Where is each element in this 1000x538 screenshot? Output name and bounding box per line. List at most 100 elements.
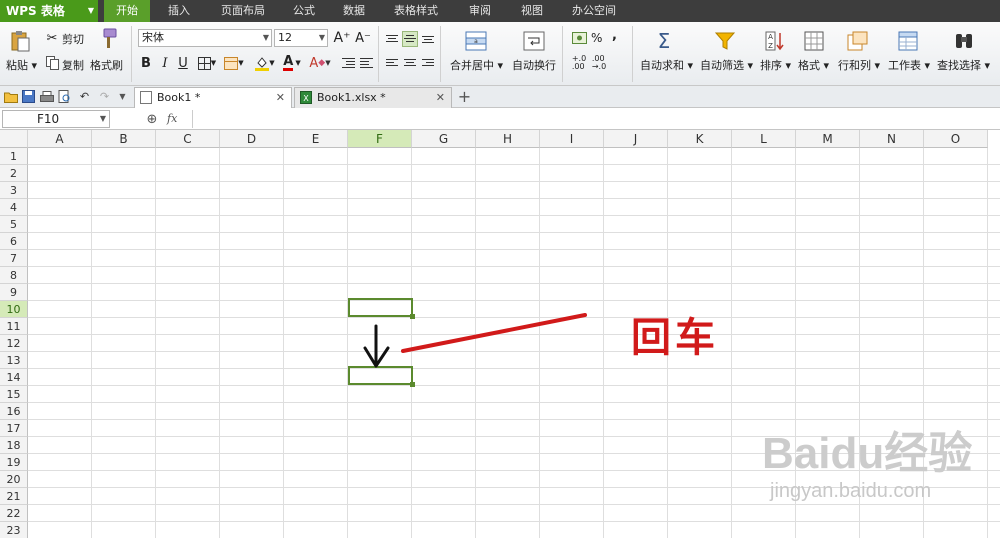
print-preview-icon[interactable] — [57, 89, 72, 104]
copy-button[interactable]: 复制 — [62, 57, 84, 73]
rows-cols-button[interactable]: 行和列 ▾ — [838, 57, 880, 73]
new-tab-icon[interactable]: + — [457, 87, 472, 106]
column-header-e[interactable]: E — [284, 130, 348, 148]
align-bottom-icon[interactable] — [420, 31, 436, 47]
app-menu-button[interactable]: WPS 表格 ▼ — [0, 0, 98, 22]
row-header-14[interactable]: 14 — [0, 369, 28, 386]
row-header-8[interactable]: 8 — [0, 267, 28, 284]
worksheet-icon[interactable] — [896, 30, 920, 52]
binoculars-icon[interactable] — [952, 30, 976, 52]
column-header-c[interactable]: C — [156, 130, 220, 148]
column-header-m[interactable]: M — [796, 130, 860, 148]
cut-button[interactable]: 剪切 — [62, 31, 84, 47]
column-header-k[interactable]: K — [668, 130, 732, 148]
fill-handle[interactable] — [410, 314, 415, 319]
close-icon[interactable]: ✕ — [276, 88, 285, 107]
indent-decrease-icon[interactable] — [340, 55, 356, 71]
zoom-search-icon[interactable]: ⊕ — [144, 111, 160, 127]
tab-page-layout[interactable]: 页面布局 — [212, 0, 274, 22]
tab-office-space[interactable]: 办公空间 — [564, 0, 624, 22]
row-header-15[interactable]: 15 — [0, 386, 28, 403]
font-name-select[interactable]: 宋体 ▼ — [138, 29, 272, 47]
underline-icon[interactable]: U — [175, 55, 191, 71]
cell-style-icon[interactable]: ▼ — [222, 55, 246, 71]
row-header-7[interactable]: 7 — [0, 250, 28, 267]
doc-tab-book1[interactable]: Book1 * ✕ — [134, 87, 292, 108]
column-header-j[interactable]: J — [604, 130, 668, 148]
align-right-icon[interactable] — [420, 55, 436, 71]
row-header-22[interactable]: 22 — [0, 505, 28, 522]
row-header-20[interactable]: 20 — [0, 471, 28, 488]
column-header-g[interactable]: G — [412, 130, 476, 148]
format-painter-icon[interactable] — [96, 28, 120, 50]
row-header-9[interactable]: 9 — [0, 284, 28, 301]
sort-icon[interactable]: AZ — [762, 30, 786, 52]
column-header-n[interactable]: N — [860, 130, 924, 148]
tab-data[interactable]: 数据 — [334, 0, 374, 22]
row-header-21[interactable]: 21 — [0, 488, 28, 505]
comma-button[interactable]: , — [612, 28, 617, 43]
worksheet-button[interactable]: 工作表 ▾ — [888, 57, 930, 73]
close-icon[interactable]: ✕ — [436, 88, 445, 107]
merge-center-button[interactable]: 合并居中 ▾ — [450, 57, 503, 73]
redo-icon[interactable]: ↷ — [97, 89, 112, 104]
row-header-19[interactable]: 19 — [0, 454, 28, 471]
align-left-icon[interactable] — [384, 55, 400, 71]
format-button[interactable]: 格式 ▾ — [798, 57, 829, 73]
fx-icon[interactable]: fx — [167, 112, 177, 125]
row-header-6[interactable]: 6 — [0, 233, 28, 250]
wrap-text-icon[interactable] — [522, 30, 546, 52]
increase-decimal-icon[interactable]: +.0.00 — [570, 55, 588, 71]
column-header-o[interactable]: O — [924, 130, 988, 148]
tab-home[interactable]: 开始 — [104, 0, 150, 22]
decrease-font-icon[interactable]: A⁻ — [354, 30, 372, 46]
row-header-16[interactable]: 16 — [0, 403, 28, 420]
print-icon[interactable] — [39, 89, 54, 104]
format-painter-button[interactable]: 格式刷 — [90, 57, 123, 73]
column-header-b[interactable]: B — [92, 130, 156, 148]
percent-button[interactable]: % — [591, 31, 602, 45]
font-color-icon[interactable]: A ▼ — [280, 55, 304, 71]
row-header-4[interactable]: 4 — [0, 199, 28, 216]
tab-review[interactable]: 审阅 — [458, 0, 502, 22]
column-header-f[interactable]: F — [348, 130, 412, 148]
tab-view[interactable]: 视图 — [510, 0, 554, 22]
open-folder-icon[interactable] — [3, 89, 18, 104]
column-header-i[interactable]: I — [540, 130, 604, 148]
increase-font-icon[interactable]: A⁺ — [333, 30, 351, 46]
row-header-1[interactable]: 1 — [0, 148, 28, 165]
wrap-text-button[interactable]: 自动换行 — [512, 57, 556, 73]
cell-f14-selected[interactable] — [348, 366, 415, 387]
sort-button[interactable]: 排序 ▾ — [760, 57, 791, 73]
column-header-d[interactable]: D — [220, 130, 284, 148]
row-header-23[interactable]: 23 — [0, 522, 28, 538]
merge-center-icon[interactable]: a — [464, 30, 488, 52]
row-header-13[interactable]: 13 — [0, 352, 28, 369]
format-icon[interactable] — [802, 30, 826, 52]
row-header-17[interactable]: 17 — [0, 420, 28, 437]
tab-formulas[interactable]: 公式 — [284, 0, 324, 22]
row-header-11[interactable]: 11 — [0, 318, 28, 335]
find-select-button[interactable]: 查找选择 ▾ — [937, 57, 990, 73]
column-header-l[interactable]: L — [732, 130, 796, 148]
fill-color-icon[interactable]: ▼ — [254, 55, 276, 71]
scissors-icon[interactable]: ✂ — [44, 30, 60, 46]
column-header-h[interactable]: H — [476, 130, 540, 148]
copy-icon[interactable] — [44, 55, 60, 71]
clear-format-icon[interactable]: A ◆ ▼ — [308, 55, 332, 71]
select-all-corner[interactable] — [0, 130, 28, 148]
rows-cols-icon[interactable] — [846, 30, 870, 52]
font-size-select[interactable]: 12 ▼ — [274, 29, 328, 47]
autosum-button[interactable]: 自动求和 ▾ — [640, 57, 693, 73]
paste-icon[interactable] — [8, 30, 32, 52]
border-icon[interactable]: ▼ — [196, 55, 218, 71]
row-header-3[interactable]: 3 — [0, 182, 28, 199]
bold-icon[interactable]: B — [138, 55, 154, 71]
undo-icon[interactable]: ↶ — [77, 89, 92, 104]
row-header-18[interactable]: 18 — [0, 437, 28, 454]
italic-icon[interactable]: I — [157, 55, 173, 71]
tab-table-style[interactable]: 表格样式 — [384, 0, 448, 22]
row-header-12[interactable]: 12 — [0, 335, 28, 352]
sigma-icon[interactable]: Σ — [652, 29, 676, 53]
cell-f10-selected[interactable] — [348, 298, 415, 319]
